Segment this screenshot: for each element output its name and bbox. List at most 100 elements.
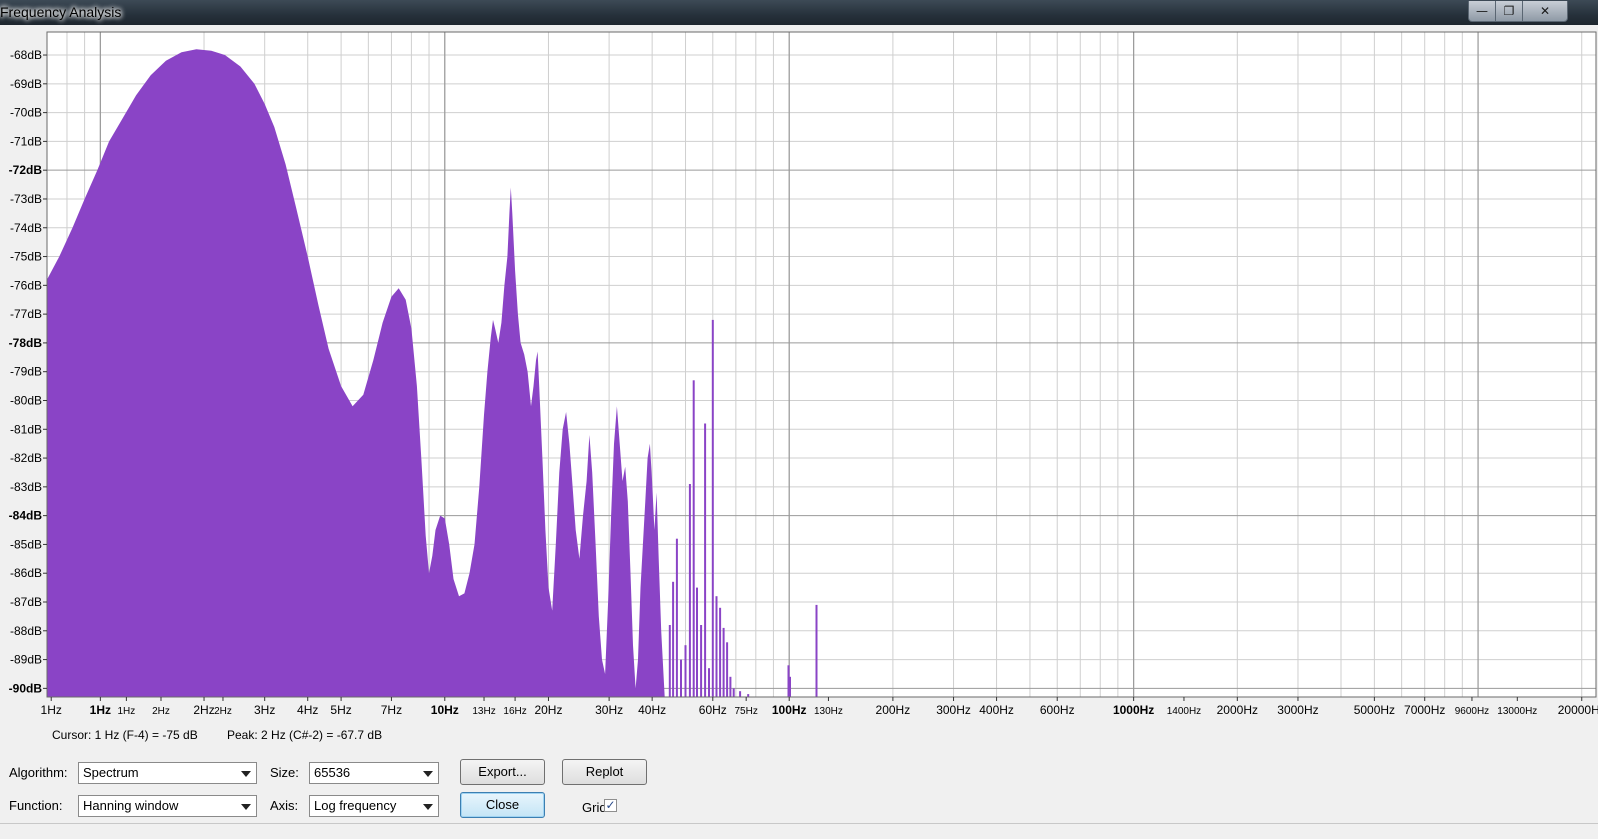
peak-readout: Peak: 2 Hz (C#-2) = -67.7 dB: [227, 728, 383, 742]
x-tick-label: 200Hz: [876, 703, 911, 717]
cursor-readout: Cursor: 1 Hz (F-4) = -75 dB: [52, 728, 198, 742]
y-tick-label: -81dB: [10, 422, 42, 436]
axis-label: Axis:: [270, 798, 299, 813]
spectrum-spike: [692, 380, 695, 697]
x-tick-label: 1Hz: [41, 703, 62, 717]
spectrum-spike: [700, 625, 703, 697]
spectrum-plot[interactable]: -68dB -69dB -70dB -71dB -72dB -73dB -74dB -75dB…: [0, 30, 1598, 720]
function-label: Function:: [9, 798, 63, 813]
spectrum-spike: [711, 319, 714, 697]
x-tick-label: 1400Hz: [1167, 706, 1201, 717]
y-tick-label: -77dB: [10, 307, 42, 321]
y-tick-label: -69dB: [10, 77, 42, 91]
spectrum-spike: [688, 484, 691, 697]
y-tick-label: -71dB: [10, 134, 42, 148]
x-tick-label: 3Hz: [254, 703, 275, 717]
chevron-down-icon: [241, 804, 251, 810]
x-tick-label: 7000Hz: [1404, 703, 1445, 717]
x-tick-label: 130Hz: [814, 706, 843, 717]
y-axis-ticks: -68dB -69dB -70dB -71dB -72dB -73dB -74dB -75dB…: [9, 48, 47, 695]
y-tick-label: -80dB: [10, 393, 42, 407]
maximize-button[interactable]: ❐: [1495, 1, 1523, 22]
x-tick-label: 13Hz: [472, 706, 495, 717]
y-tick-label: -79dB: [10, 365, 42, 379]
y-tick-label: -83dB: [10, 480, 42, 494]
y-tick-label: -82dB: [10, 451, 42, 465]
spectrum-spike: [715, 596, 718, 697]
x-tick-label: 2Hz: [152, 706, 170, 717]
x-tick-label: 600Hz: [1040, 703, 1075, 717]
close-button[interactable]: Close: [460, 792, 545, 818]
x-tick-label: 13000Hz: [1497, 706, 1537, 717]
y-tick-label: -78dB: [9, 336, 43, 350]
spectrum-spike: [672, 581, 675, 697]
spectrum-spike: [680, 659, 682, 697]
x-tick-label: 3000Hz: [1277, 703, 1318, 717]
spectrum-spike: [675, 538, 678, 697]
x-tick-label: 9600Hz: [1455, 706, 1489, 717]
y-tick-label: -86dB: [10, 566, 42, 580]
x-tick-label: 10Hz: [431, 703, 459, 717]
x-tick-label: 40Hz: [638, 703, 666, 717]
x-tick-label: 5000Hz: [1354, 703, 1395, 717]
replot-button[interactable]: Replot: [562, 759, 647, 785]
y-tick-label: -75dB: [10, 250, 42, 264]
x-tick-label: 75Hz: [734, 706, 757, 717]
y-tick-label: -70dB: [10, 106, 42, 120]
size-value: 65536: [314, 765, 351, 780]
algorithm-label: Algorithm:: [9, 765, 68, 780]
algorithm-select[interactable]: Spectrum: [78, 762, 257, 784]
chevron-down-icon: [423, 804, 433, 810]
x-tick-label: 16Hz: [503, 706, 526, 717]
y-tick-label: -89dB: [10, 653, 42, 667]
x-tick-label: 2Hz: [193, 703, 214, 717]
x-tick-label: 100Hz: [772, 703, 807, 717]
spectrum-spike: [704, 423, 707, 697]
function-select[interactable]: Hanning window: [78, 795, 257, 817]
size-label: Size:: [270, 765, 299, 780]
y-tick-label: -72dB: [9, 163, 43, 177]
divider: [0, 823, 1598, 824]
size-select[interactable]: 65536: [309, 762, 439, 784]
spectrum-spike: [684, 645, 687, 697]
y-tick-label: -73dB: [10, 192, 42, 206]
x-tick-label: 7Hz: [381, 703, 402, 717]
spectrum-spike: [668, 625, 671, 697]
x-tick-label: 5Hz: [330, 703, 351, 717]
spectrum-spike: [729, 676, 732, 697]
function-value: Hanning window: [83, 798, 179, 813]
x-tick-label: 400Hz: [979, 703, 1014, 717]
spectrum-spike: [696, 587, 698, 697]
chevron-down-icon: [241, 771, 251, 777]
window-title: Frequency Analysis: [0, 4, 122, 20]
title-bar: Frequency Analysis — ❐ ✕: [0, 0, 1598, 25]
y-tick-label: -68dB: [10, 48, 42, 62]
spectrum-spike: [789, 676, 791, 697]
y-tick-label: -88dB: [10, 624, 42, 638]
x-tick-label: 1Hz: [90, 703, 111, 717]
minimize-button[interactable]: —: [1468, 1, 1496, 22]
x-tick-label: 20Hz: [534, 703, 562, 717]
y-tick-label: -76dB: [10, 278, 42, 292]
x-tick-label: 1000Hz: [1113, 703, 1154, 717]
spectrum-spike: [732, 688, 735, 697]
y-tick-label: -90dB: [9, 681, 43, 695]
x-tick-label: 2Hz: [214, 706, 232, 717]
y-tick-label: -74dB: [10, 221, 42, 235]
x-axis-ticks: 1Hz 1Hz 1Hz 2Hz 2Hz 2Hz 3Hz 4Hz 5Hz 7Hz 10Hz 13Hz 16…: [41, 697, 1598, 717]
spectrum-spike: [815, 604, 818, 697]
axis-value: Log frequency: [314, 798, 397, 813]
grids-checkbox[interactable]: ✓: [604, 799, 617, 812]
export-button[interactable]: Export...: [460, 759, 545, 785]
spectrum-spike: [726, 642, 729, 697]
chevron-down-icon: [423, 771, 433, 777]
spectrum-spike: [739, 691, 742, 697]
x-tick-label: 4Hz: [297, 703, 318, 717]
axis-select[interactable]: Log frequency: [309, 795, 439, 817]
algorithm-value: Spectrum: [83, 765, 139, 780]
x-tick-label: 1Hz: [117, 706, 135, 717]
x-tick-label: 300Hz: [936, 703, 971, 717]
window-close-button[interactable]: ✕: [1522, 1, 1568, 22]
y-tick-label: -84dB: [9, 509, 43, 523]
y-tick-label: -85dB: [10, 537, 42, 551]
